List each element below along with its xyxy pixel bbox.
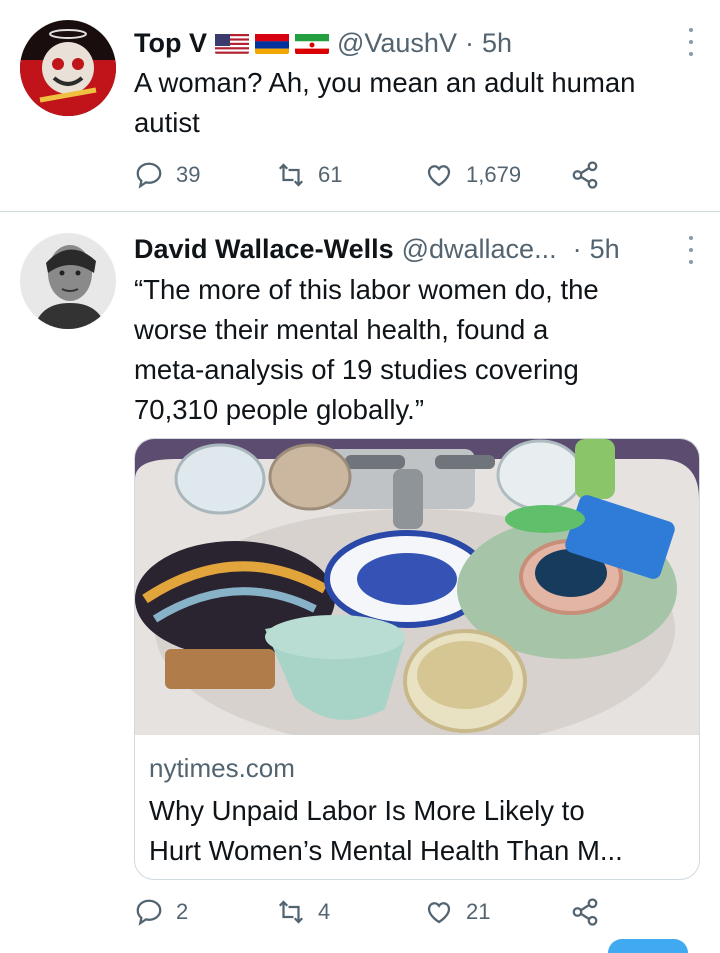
like-button[interactable]: 1,679 (424, 155, 521, 195)
reply-count: 39 (176, 162, 201, 187)
retweet-button[interactable]: 61 (276, 155, 342, 195)
share-button[interactable] (570, 892, 600, 932)
tweet-actions: 2 4 21 (134, 892, 614, 932)
like-icon (427, 902, 451, 924)
like-count: 21 (466, 899, 491, 924)
reply-button[interactable]: 39 (134, 155, 200, 195)
retweet-button[interactable]: 4 (276, 892, 330, 932)
tweet-text: A woman? Ah, you mean an adult human auti… (134, 63, 696, 143)
like-count: 1,679 (466, 162, 522, 187)
share-icon (572, 898, 598, 926)
timestamp[interactable]: 5h (590, 234, 620, 265)
retweet-icon (278, 163, 304, 187)
display-name[interactable]: David Wallace-Wells (134, 234, 394, 265)
share-button[interactable] (570, 155, 600, 195)
tweet-text: “The more of this labor women do, the wor… (134, 270, 696, 430)
tweet-text-line: meta-analysis of 19 studies covering (134, 354, 579, 385)
handle[interactable]: @dwallace... (402, 234, 557, 265)
retweet-icon (278, 900, 304, 924)
retweet-count: 61 (318, 162, 343, 187)
separator: · (572, 233, 582, 264)
tweet-text-line: A woman? Ah, you mean an adult human (134, 67, 636, 98)
avatar[interactable] (20, 233, 116, 329)
separator: · (464, 27, 474, 58)
card-domain: nytimes.com (149, 753, 295, 783)
card-title-line: Hurt Women’s Mental Health Than M... (149, 835, 623, 866)
flag-emojis (214, 32, 329, 54)
tweet[interactable]: Top V @VaushV · 5h A woman? Ah, you mean… (0, 0, 720, 212)
reply-button[interactable]: 2 (134, 892, 188, 932)
card-title: Why Unpaid Labor Is More Likely to Hurt … (149, 791, 685, 871)
tweet[interactable]: David Wallace-Wells @dwallace... · 5h “T… (0, 212, 720, 953)
tweet-header: Top V @VaushV · 5h (134, 25, 684, 61)
armenia-flag-icon (254, 32, 289, 54)
avatar[interactable] (20, 20, 116, 116)
tweet-header: David Wallace-Wells @dwallace... · 5h (134, 231, 684, 267)
like-button[interactable]: 21 (424, 892, 490, 932)
tweet-actions: 39 61 1,679 (134, 155, 614, 195)
retweet-count: 4 (318, 899, 331, 924)
card-image[interactable] (135, 439, 699, 749)
like-icon (427, 165, 451, 187)
timestamp[interactable]: 5h (482, 28, 512, 59)
reply-count: 2 (176, 899, 189, 924)
compose-button-edge[interactable] (608, 939, 688, 953)
iran-flag-icon (294, 32, 329, 54)
display-name[interactable]: Top V (134, 28, 207, 59)
reply-icon (136, 162, 162, 189)
card-title-line: Why Unpaid Labor Is More Likely to (149, 795, 585, 826)
share-icon (572, 161, 598, 189)
tweet-text-line: autist (134, 107, 200, 138)
tweet-text-line: worse their mental health, found a (134, 314, 549, 345)
reply-icon (136, 899, 162, 926)
link-card[interactable]: nytimes.com Why Unpaid Labor Is More Lik… (134, 438, 700, 880)
handle[interactable]: @VaushV (337, 28, 457, 59)
more-icon[interactable] (686, 28, 696, 56)
more-icon[interactable] (686, 236, 696, 264)
tweet-text-line: “The more of this labor women do, the (134, 274, 599, 305)
tweet-text-line: 70,310 people globally.” (134, 394, 424, 425)
us-flag-icon (214, 32, 249, 54)
